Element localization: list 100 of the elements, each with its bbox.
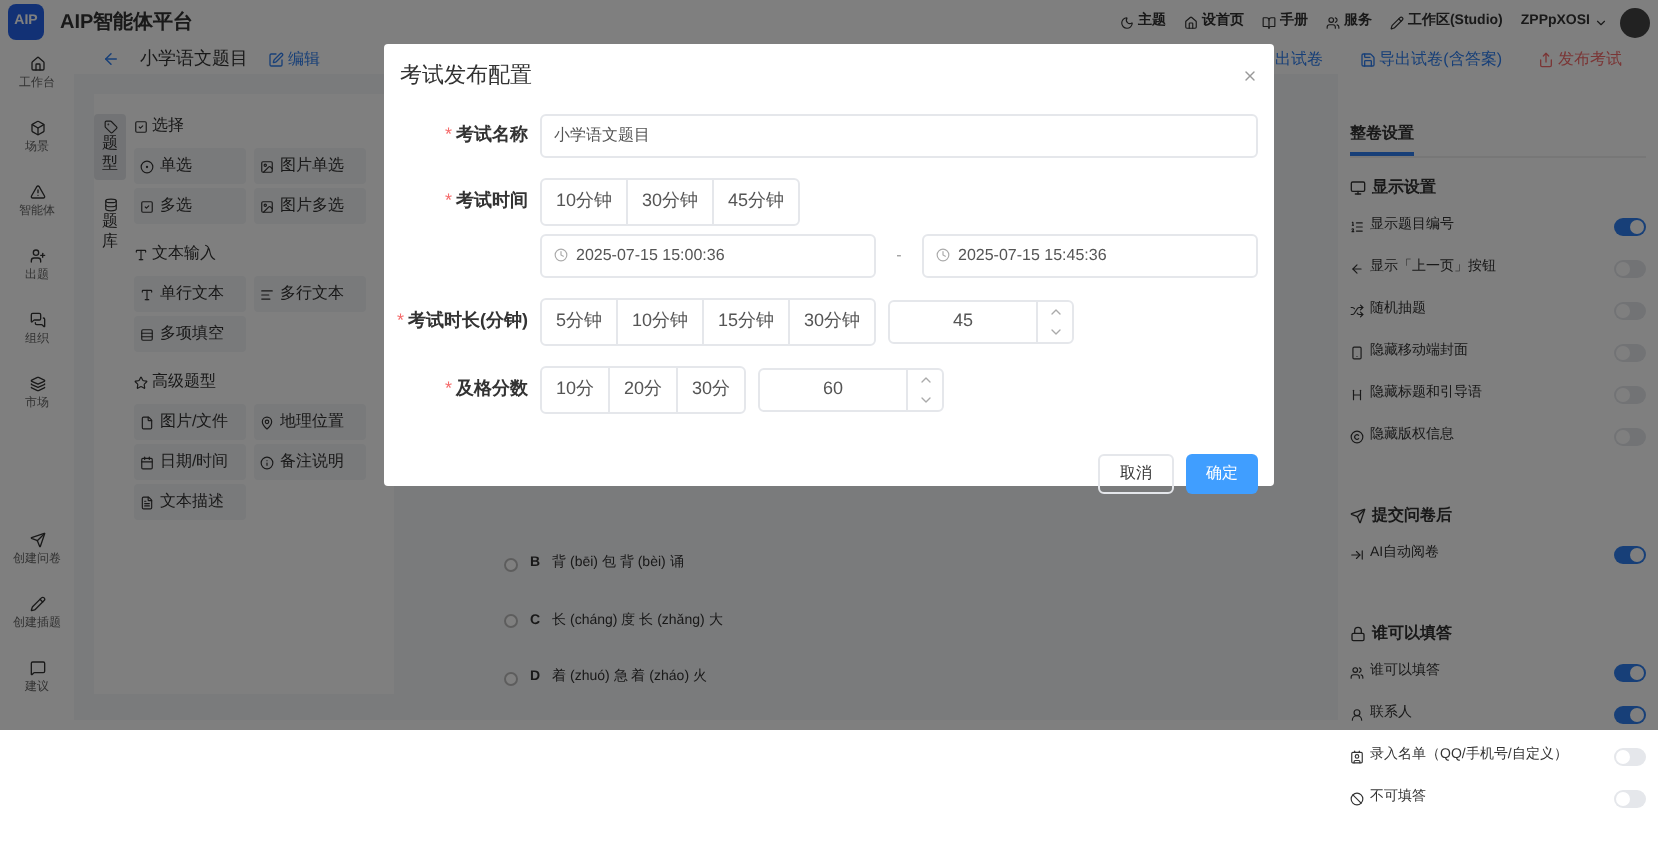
phone-icon — [1350, 346, 1364, 360]
section-title: 谁可以填答 — [1372, 622, 1452, 646]
group-title: 选择 — [152, 114, 184, 138]
users-icon — [1350, 666, 1364, 680]
number-field[interactable]: 60 — [758, 367, 945, 411]
field-label: 及格分数 — [456, 375, 528, 402]
confirm-button[interactable]: 确定 — [1186, 453, 1258, 493]
question-type-item[interactable]: 多项填空 — [134, 316, 246, 352]
heading-icon — [1350, 388, 1364, 402]
avatar[interactable] — [1620, 7, 1650, 37]
box-icon — [29, 120, 45, 136]
edit-icon — [268, 51, 284, 67]
paragraph-icon — [260, 287, 274, 301]
add-user-icon — [29, 248, 45, 264]
contact-card-icon — [1350, 750, 1364, 764]
clock-icon — [554, 248, 568, 262]
toggle-switch[interactable] — [1614, 748, 1646, 766]
toolbar-button[interactable]: 导出试卷(含答案) — [1351, 47, 1510, 71]
date-field[interactable]: 2025-07-15 15:45:36 — [922, 233, 1258, 277]
star-icon — [134, 375, 148, 389]
preset-button[interactable]: 10分钟 — [616, 299, 703, 343]
pencil-icon — [1389, 15, 1404, 29]
lock-icon — [1350, 626, 1366, 642]
question-type-item[interactable]: 备注说明 — [254, 444, 366, 480]
vertical-tab[interactable]: 题型 — [94, 114, 126, 180]
vertical-tab[interactable]: 题库 — [94, 192, 126, 258]
question-type-item[interactable]: 图片/文件 — [134, 404, 246, 440]
toggle-switch[interactable] — [1614, 706, 1646, 724]
rows-icon — [140, 327, 154, 341]
radio-button[interactable] — [504, 614, 518, 629]
info-icon — [260, 455, 274, 469]
checkbox-icon — [134, 119, 148, 133]
page-title: 小学语文题目 — [140, 45, 248, 72]
send-icon — [1350, 508, 1366, 524]
monitor-icon — [1350, 180, 1366, 196]
field-label: 考试时间 — [456, 187, 528, 214]
range-separator: - — [894, 243, 904, 267]
copyright-icon — [1350, 430, 1364, 444]
file-icon — [140, 415, 154, 429]
save-icon — [1359, 51, 1376, 67]
preset-button[interactable]: 20分 — [608, 367, 677, 411]
required-mark: * — [444, 187, 452, 214]
book-icon — [1261, 15, 1276, 29]
date-field[interactable]: 2025-07-15 15:00:36 — [540, 233, 876, 277]
close-icon[interactable] — [1242, 68, 1258, 85]
required-mark: * — [444, 375, 452, 402]
question-type-item[interactable]: 文本描述 — [134, 484, 246, 520]
question-type-item[interactable]: 多选 — [134, 188, 246, 224]
app-title: AIP智能体平台 — [60, 9, 194, 37]
tag-icon — [103, 120, 117, 134]
caret-icon — [1594, 15, 1608, 29]
radio-button[interactable] — [504, 557, 518, 572]
preset-button[interactable]: 5分钟 — [542, 299, 617, 343]
home-icon — [29, 56, 45, 72]
question-type-item[interactable]: 地理位置 — [254, 404, 366, 440]
warning-icon — [29, 184, 45, 200]
toggle-switch[interactable] — [1614, 218, 1646, 236]
field-label: 考试名称 — [456, 121, 528, 148]
preset-button[interactable]: 45分钟 — [712, 179, 799, 223]
list-icon — [1350, 220, 1364, 234]
input-field[interactable]: 小学语文题目 — [540, 113, 1258, 157]
toggle-switch[interactable] — [1614, 790, 1646, 808]
text-icon — [140, 287, 154, 301]
question-type-item[interactable]: 单选 — [134, 148, 246, 184]
preset-button[interactable]: 10分钟 — [542, 179, 627, 223]
arrow-left-icon — [1350, 262, 1364, 276]
radio-button[interactable] — [504, 671, 518, 686]
toggle-switch[interactable] — [1614, 546, 1646, 564]
question-type-item[interactable]: 多行文本 — [254, 276, 366, 312]
clock-icon — [936, 248, 950, 262]
question-type-item[interactable]: 单行文本 — [134, 276, 246, 312]
edit-button[interactable]: 编辑 — [268, 47, 320, 71]
arrow-right-icon — [1350, 548, 1364, 562]
settings-tab[interactable]: 整卷设置 — [1350, 122, 1414, 156]
map-pin-icon — [260, 415, 274, 429]
question-type-item[interactable]: 日期/时间 — [134, 444, 246, 480]
image-icon — [260, 159, 274, 173]
preset-button[interactable]: 30分钟 — [788, 299, 875, 343]
cancel-button[interactable]: 取消 — [1098, 453, 1174, 493]
layers-icon — [29, 376, 45, 392]
preset-button[interactable]: 10分 — [542, 367, 609, 411]
group-title: 文本输入 — [152, 242, 216, 266]
dialog-title: 考试发布配置 — [400, 62, 534, 92]
toolbar-button[interactable]: 出试卷 — [1267, 47, 1332, 71]
home-icon — [1183, 15, 1198, 29]
back-icon[interactable] — [102, 50, 120, 68]
preset-button[interactable]: 30分 — [676, 367, 745, 411]
message-icon — [29, 660, 45, 676]
question-type-item[interactable]: 图片多选 — [254, 188, 366, 224]
preset-button[interactable]: 15分钟 — [702, 299, 789, 343]
question-type-item[interactable]: 图片单选 — [254, 148, 366, 184]
section-title: 提交问卷后 — [1372, 504, 1452, 528]
preset-button[interactable]: 30分钟 — [626, 179, 713, 223]
toggle-switch[interactable] — [1614, 664, 1646, 682]
number-field[interactable]: 45 — [888, 299, 1075, 343]
field-label: 考试时长(分钟) — [408, 307, 528, 334]
pencil-icon — [29, 596, 45, 612]
image-icon — [260, 199, 274, 213]
section-title: 显示设置 — [1372, 176, 1436, 200]
toolbar-button[interactable]: 发布考试 — [1530, 47, 1630, 71]
